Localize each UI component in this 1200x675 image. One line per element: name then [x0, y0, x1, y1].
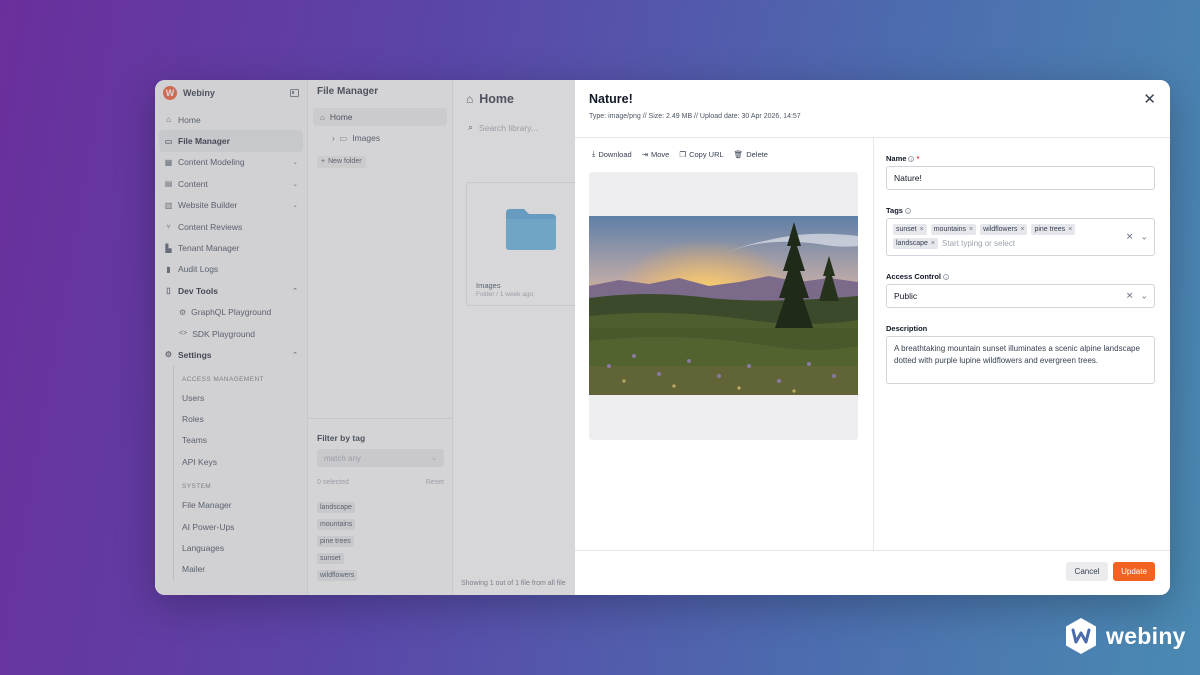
tags-label-text: Tags	[886, 206, 903, 215]
file-actions: ⤓ Download ⇥ Move ❐ Copy URL 🗑 Delete	[592, 149, 768, 159]
chevron-down-icon[interactable]: ⌄	[1140, 232, 1148, 243]
access-control-label: Access Control i	[886, 272, 950, 281]
tags-label: Tags i	[886, 206, 911, 215]
sunset-photo	[589, 216, 858, 395]
download-button[interactable]: ⤓ Download	[592, 149, 632, 159]
tag-chip[interactable]: mountains ×	[930, 224, 977, 235]
divider	[873, 138, 874, 550]
description-label: Description	[886, 324, 927, 333]
copy-url-label: Copy URL	[689, 149, 724, 159]
move-button[interactable]: ⇥ Move	[642, 149, 670, 159]
clear-icon[interactable]: ✕	[1126, 232, 1134, 243]
description-value: A breathtaking mountain sunset illuminat…	[894, 344, 1140, 365]
tag-label: wildflowers	[983, 226, 1018, 233]
access-control-value: Public	[894, 291, 918, 301]
name-label: Name i *	[886, 154, 919, 163]
chevron-down-icon[interactable]: ⌄	[1140, 291, 1148, 302]
tags-input[interactable]: Start typing or select	[942, 238, 1015, 249]
close-icon[interactable]: ×	[1068, 226, 1072, 233]
tag-label: landscape	[896, 240, 928, 247]
name-value: Nature!	[894, 173, 922, 183]
tag-label: sunset	[896, 226, 917, 233]
tag-chip[interactable]: wildflowers ×	[980, 224, 1028, 235]
modal-overlay[interactable]	[155, 80, 575, 595]
tag-label: pine trees	[1034, 226, 1066, 233]
info-icon: i	[943, 273, 950, 280]
name-label-text: Name	[886, 154, 907, 163]
corner-logo-text: webiny	[1106, 622, 1186, 649]
tag-label: mountains	[933, 226, 967, 233]
divider	[575, 550, 1170, 551]
required-marker: *	[916, 154, 920, 163]
close-icon[interactable]: ×	[931, 240, 935, 247]
info-icon: i	[904, 207, 911, 214]
download-icon: ⤓	[592, 149, 596, 158]
file-meta: Type: image/png // Size: 2.49 MB // Uplo…	[589, 113, 801, 120]
copy-icon: ❐	[679, 149, 687, 159]
webiny-logo-icon	[1066, 618, 1096, 654]
close-icon[interactable]: ×	[969, 226, 973, 233]
image-preview	[589, 172, 858, 440]
file-details-drawer: Nature! Type: image/png // Size: 2.49 MB…	[575, 80, 1170, 595]
trash-icon: 🗑	[733, 149, 744, 159]
tags-controls: ✕ ⌄	[1126, 232, 1148, 243]
download-label: Download	[598, 149, 632, 159]
access-control-label-text: Access Control	[886, 272, 942, 281]
description-field[interactable]: A breathtaking mountain sunset illuminat…	[886, 336, 1155, 384]
tags-field[interactable]: sunset × mountains × wildflowers × pine tre…	[886, 218, 1155, 256]
move-icon: ⇥	[641, 149, 648, 159]
tag-chip[interactable]: landscape ×	[893, 238, 939, 249]
info-icon: i	[908, 155, 915, 162]
delete-button[interactable]: 🗑 Delete	[734, 149, 768, 159]
cancel-button[interactable]: Cancel	[1066, 562, 1108, 581]
drawer-title: Nature!	[589, 92, 633, 106]
close-icon[interactable]: ×	[1020, 226, 1024, 233]
close-icon[interactable]: ×	[920, 226, 924, 233]
update-button[interactable]: Update	[1113, 562, 1155, 581]
corner-logo: webiny	[1064, 617, 1186, 655]
move-label: Move	[650, 149, 670, 159]
access-control-select[interactable]: Public ✕ ⌄	[886, 284, 1155, 308]
tag-chip[interactable]: sunset ×	[893, 224, 927, 235]
close-icon[interactable]: ✕	[1143, 92, 1156, 107]
clear-icon[interactable]: ✕	[1126, 291, 1134, 302]
description-label-text: Description	[886, 324, 928, 333]
copy-url-button[interactable]: ❐ Copy URL	[679, 149, 723, 159]
name-field[interactable]: Nature!	[886, 166, 1155, 190]
tag-chip[interactable]: pine trees ×	[1031, 224, 1076, 235]
access-control-controls: ✕ ⌄	[1126, 291, 1148, 302]
app-window: W Webiny ⌂ Home ▭ File Manager ▦ Content…	[155, 80, 1170, 595]
delete-label: Delete	[746, 149, 768, 159]
